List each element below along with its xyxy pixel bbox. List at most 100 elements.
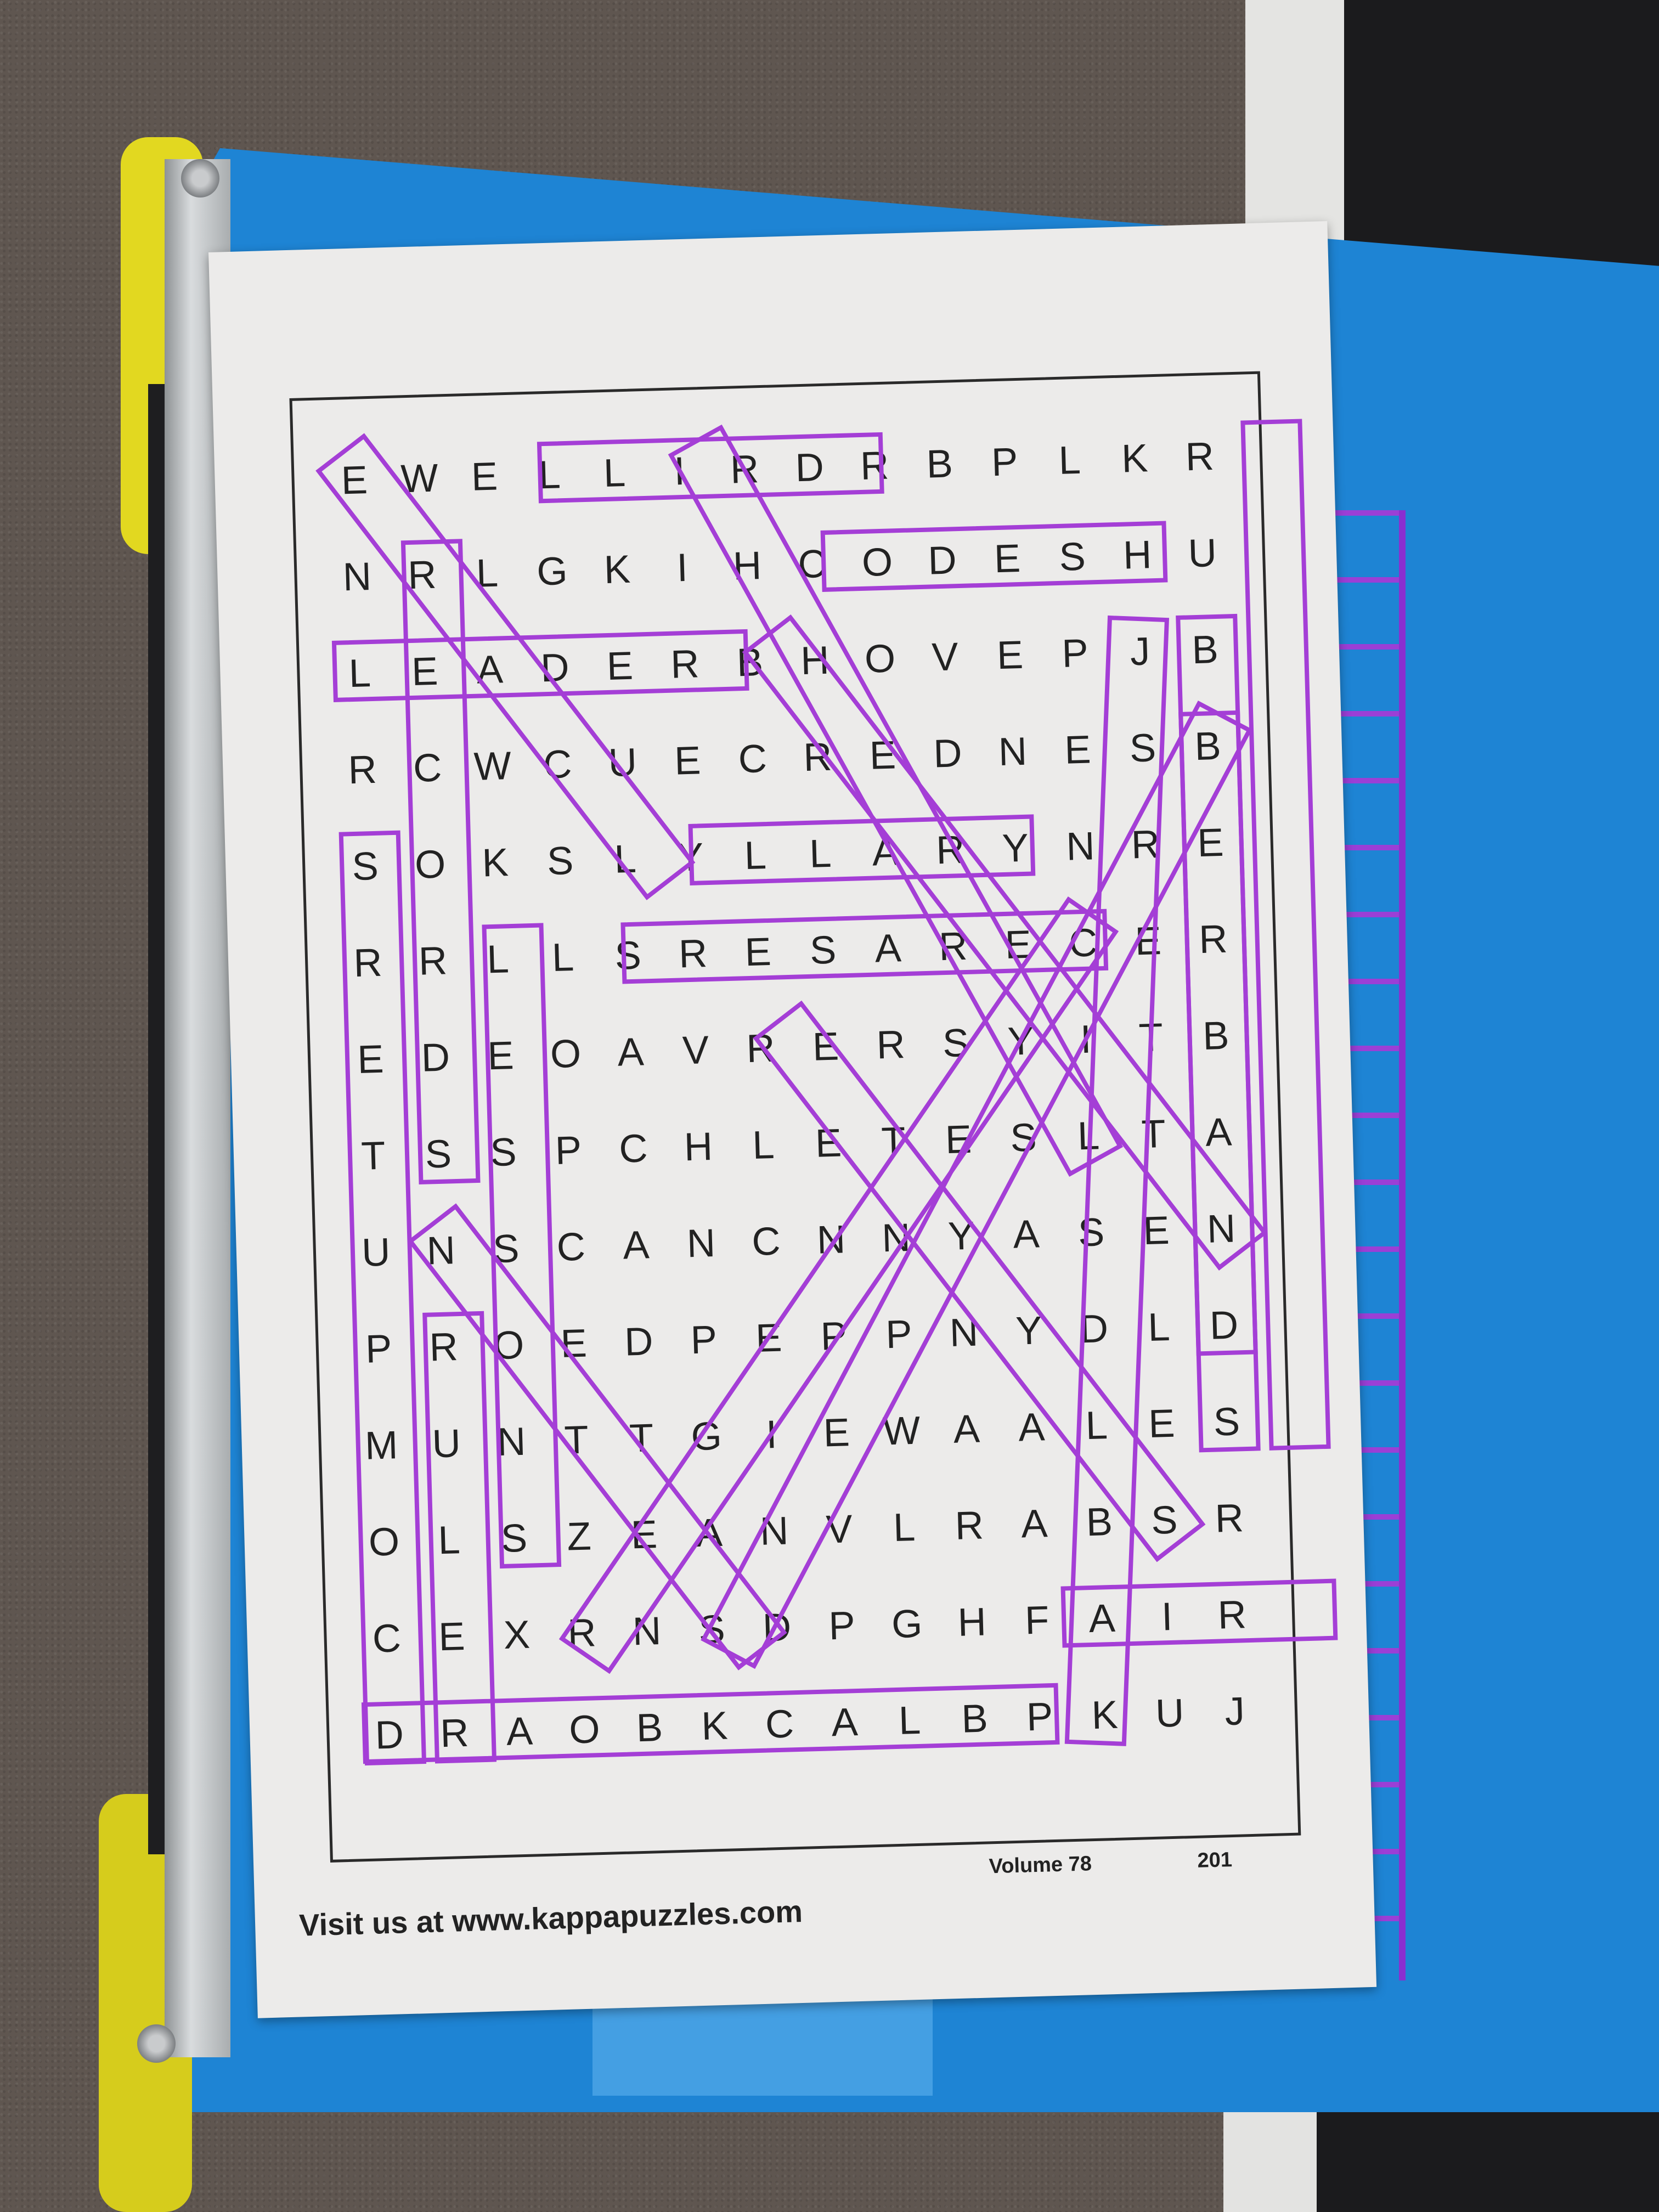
grid-letter: R (678, 932, 708, 977)
grid-letter: N (496, 1419, 527, 1465)
grid-letter: D (794, 445, 825, 490)
grid-letter: A (952, 1407, 980, 1452)
grid-letter: S (942, 1020, 970, 1066)
grid-letter: T (881, 1119, 906, 1164)
grid-letter: E (630, 1513, 658, 1558)
grid-letter: L (486, 937, 510, 982)
grid-letter: J (1130, 629, 1151, 674)
grid-letter: E (487, 1034, 515, 1079)
grid-letter: N (816, 1217, 847, 1262)
grid-letter: H (683, 1124, 714, 1170)
grid-letter: K (1091, 1692, 1119, 1738)
grid-letter: N (342, 554, 373, 600)
grid-letter: R (1184, 434, 1215, 479)
grid-letter: L (613, 837, 637, 882)
grid-letter: T (629, 1416, 654, 1461)
grid-letter: R (876, 1023, 906, 1068)
grid-letter: L (602, 450, 627, 496)
grid-letter: R (1130, 822, 1161, 867)
grid-letter: L (893, 1505, 916, 1550)
grid-letter: D (1209, 1303, 1239, 1348)
grid-letter: H (732, 544, 763, 589)
letter-grid: EWELLIRDRBPLKRNRLGKIHCODESHULEADERBHOVEP… (320, 408, 1268, 1784)
grid-letter: E (411, 649, 439, 694)
grid-letter: A (831, 1700, 859, 1745)
grid-letter: N (1206, 1206, 1237, 1251)
grid-letter: D (927, 538, 957, 583)
grid-letter: P (1025, 1695, 1054, 1740)
grid-letter: L (752, 1122, 775, 1167)
grid-letter: N (759, 1509, 789, 1554)
grid-letter: B (736, 640, 764, 685)
grid-letter: A (874, 926, 902, 971)
grid-letter: R (407, 552, 437, 598)
grid-letter: R (439, 1711, 470, 1756)
grid-letter: L (743, 833, 767, 878)
word-search-page: EWELLIRDRBPLKRNRLGKIHCODESHULEADERBHOVEP… (208, 221, 1377, 2018)
grid-letter: E (1148, 1401, 1176, 1446)
grid-letter: B (635, 1705, 664, 1751)
grid-letter: D (540, 645, 570, 691)
grid-letter: F (1024, 1598, 1050, 1643)
grid-letter: R (1198, 917, 1228, 962)
grid-letter: E (1134, 919, 1162, 964)
grid-letter: O (493, 1323, 525, 1368)
grid-letter: Y (1001, 826, 1030, 871)
grid-letter: G (891, 1601, 923, 1647)
grid-letter: U (607, 740, 637, 785)
grid-letter: A (622, 1223, 650, 1268)
grid-letter: T (1141, 1111, 1166, 1157)
grid-letter: T (563, 1418, 589, 1463)
grid-letter: P (820, 1314, 848, 1359)
page-number: 201 (1197, 1848, 1233, 1872)
grid-letter: A (1088, 1596, 1116, 1641)
grid-letter: K (701, 1703, 729, 1748)
grid-letter: T (1138, 1015, 1164, 1060)
grid-letter: D (374, 1713, 404, 1758)
grid-letter: Y (676, 835, 704, 880)
grid-letter: O (568, 1707, 601, 1752)
grid-letter: L (538, 453, 561, 498)
grid-letter: R (567, 1611, 597, 1656)
grid-letter: B (961, 1696, 989, 1741)
grid-letter: Y (1015, 1308, 1043, 1353)
grid-letter: E (340, 458, 369, 503)
grid-letter: E (755, 1316, 783, 1361)
grid-letter: R (954, 1503, 984, 1548)
grid-letter: R (428, 1325, 459, 1370)
grid-letter: P (828, 1604, 856, 1649)
grid-letter: E (470, 454, 499, 499)
grid-letter: H (957, 1600, 987, 1645)
grid-letter: O (549, 1031, 582, 1077)
grid-letter: E (996, 633, 1024, 678)
grid-letter: N (881, 1215, 911, 1261)
grid-letter: W (882, 1408, 921, 1454)
grid-letter: O (861, 540, 894, 585)
grid-letter: I (1080, 1017, 1092, 1062)
grid-letter: O (864, 636, 896, 681)
grid-letter: E (560, 1321, 588, 1366)
grid-letter: S (1009, 1115, 1037, 1160)
grid-letter: K (603, 547, 631, 592)
grid-letter: A (1205, 1110, 1233, 1155)
grid-letter: C (618, 1126, 648, 1171)
grid-letter: S (698, 1607, 726, 1652)
grid-letter: O (414, 842, 447, 887)
grid-letter: R (417, 939, 448, 984)
grid-letter: M (364, 1423, 399, 1468)
grid-letter: L (898, 1698, 922, 1743)
grid-letter: D (420, 1035, 451, 1080)
grid-letter: E (357, 1037, 385, 1082)
grid-letter: S (489, 1130, 517, 1175)
grid-letter: C (543, 742, 573, 787)
grid-letter: E (744, 929, 772, 975)
grid-letter: L (551, 935, 575, 980)
grid-letter: L (1077, 1114, 1101, 1159)
grid-letter: K (1121, 436, 1149, 481)
grid-letter: D (624, 1319, 654, 1364)
grid-letter: N (631, 1609, 662, 1654)
grid-letter: G (690, 1414, 723, 1459)
grid-letter: V (825, 1507, 853, 1552)
grid-letter: U (361, 1230, 391, 1275)
grid-letter: R (803, 735, 833, 780)
